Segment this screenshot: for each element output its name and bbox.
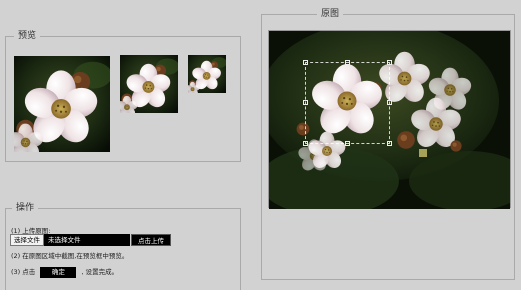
preview-thumbnail-large [14, 56, 110, 152]
file-input[interactable]: 选择文件 未选择文件 [10, 234, 130, 246]
crop-handle-bottom[interactable] [345, 141, 350, 146]
crop-handle-bottom-right[interactable] [387, 141, 392, 146]
preview-thumbnail-small [188, 55, 226, 93]
crop-handle-top-left[interactable] [303, 60, 308, 65]
step3-prefix: (3) 点击 [11, 268, 36, 276]
preview-title: 预览 [14, 29, 41, 43]
step3-row: (3) 点击 确定 , 设置完成。 [11, 266, 118, 278]
crop-handle-top[interactable] [345, 60, 350, 65]
crop-handle-top-right[interactable] [387, 60, 392, 65]
step2-label: (2) 在原图区域中截图,在预览框中预览。 [11, 252, 129, 260]
crop-handle-right[interactable] [387, 100, 392, 105]
crop-handle-left[interactable] [303, 100, 308, 105]
operations-title: 操作 [12, 201, 39, 215]
preview-thumbnail-medium [120, 55, 178, 113]
confirm-button[interactable]: 确定 [40, 266, 77, 278]
original-image-area[interactable] [268, 30, 511, 209]
step3-suffix: , 设置完成。 [81, 268, 119, 276]
original-title: 原图 [317, 7, 344, 21]
crop-handle-bottom-left[interactable] [303, 141, 308, 146]
crop-selection-box[interactable] [303, 60, 392, 146]
upload-button[interactable]: 点击上传 [131, 234, 171, 246]
operations-panel: 操作 [5, 201, 241, 290]
choose-file-button[interactable]: 选择文件 [10, 234, 44, 246]
file-status: 未选择文件 [44, 234, 130, 246]
